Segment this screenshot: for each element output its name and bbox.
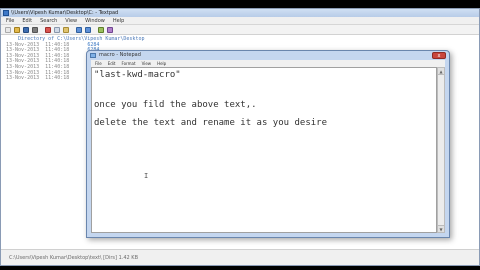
textpad-statusbar: C:\Users\Vipesh Kumar\Desktop\text\ [Dir… (1, 249, 479, 265)
close-button[interactable]: x (432, 52, 446, 59)
text-line-macro-name: "last-kwd-macro" (94, 70, 181, 80)
vertical-scrollbar[interactable]: ▲ ▼ (437, 67, 445, 233)
menu-edit[interactable]: Edit (22, 17, 32, 24)
notepad-title: macro - Notepad (99, 52, 141, 58)
text-line-instruction-rename: delete the text and rename it as you des… (94, 118, 327, 128)
notepad-window: macro - Notepad x File Edit Format View … (86, 50, 450, 238)
replace-icon[interactable] (107, 27, 113, 33)
notepad-menu-file[interactable]: File (95, 60, 102, 67)
notepad-app-icon (90, 53, 96, 58)
notepad-titlebar[interactable]: macro - Notepad x (87, 51, 449, 60)
listing-row: 13-Nov-2013 11:40:18 (6, 75, 70, 82)
notepad-menu-edit[interactable]: Edit (108, 60, 116, 67)
notepad-menu-view[interactable]: View (142, 60, 152, 67)
undo-icon[interactable] (76, 27, 82, 33)
notepad-menubar: File Edit Format View Help (91, 60, 445, 67)
open-folder-icon[interactable] (14, 27, 20, 33)
cut-icon[interactable] (45, 27, 51, 33)
scroll-down-icon[interactable]: ▼ (438, 225, 444, 232)
notepad-menu-help[interactable]: Help (157, 60, 166, 67)
save-icon[interactable] (23, 27, 29, 33)
redo-icon[interactable] (85, 27, 91, 33)
textpad-app-icon (3, 10, 9, 16)
menu-file[interactable]: File (6, 17, 14, 24)
menu-search[interactable]: Search (40, 17, 57, 24)
menu-view[interactable]: View (65, 17, 77, 24)
textpad-titlebar[interactable]: \\Users\Vipesh Kumar\Desktop\C: - Textpa… (1, 9, 479, 17)
text-cursor-icon: I (144, 172, 149, 180)
new-file-icon[interactable] (5, 27, 11, 33)
scroll-up-icon[interactable]: ▲ (438, 68, 444, 75)
screen: \\Users\Vipesh Kumar\Desktop\C: - Textpa… (0, 0, 480, 270)
print-icon[interactable] (32, 27, 38, 33)
paste-icon[interactable] (63, 27, 69, 33)
notepad-text-area[interactable]: "last-kwd-macro" once you fild the above… (91, 67, 437, 233)
textpad-title: \\Users\Vipesh Kumar\Desktop\C: - Textpa… (11, 10, 119, 16)
copy-icon[interactable] (54, 27, 60, 33)
menu-help[interactable]: Help (113, 17, 124, 24)
find-icon[interactable] (98, 27, 104, 33)
menu-window[interactable]: Window (85, 17, 105, 24)
notepad-menu-format[interactable]: Format (121, 60, 135, 67)
textpad-menubar: File Edit Search View Window Help (1, 17, 479, 25)
textpad-toolbar (1, 25, 479, 35)
text-line-instruction-find: once you fild the above text,. (94, 100, 257, 110)
